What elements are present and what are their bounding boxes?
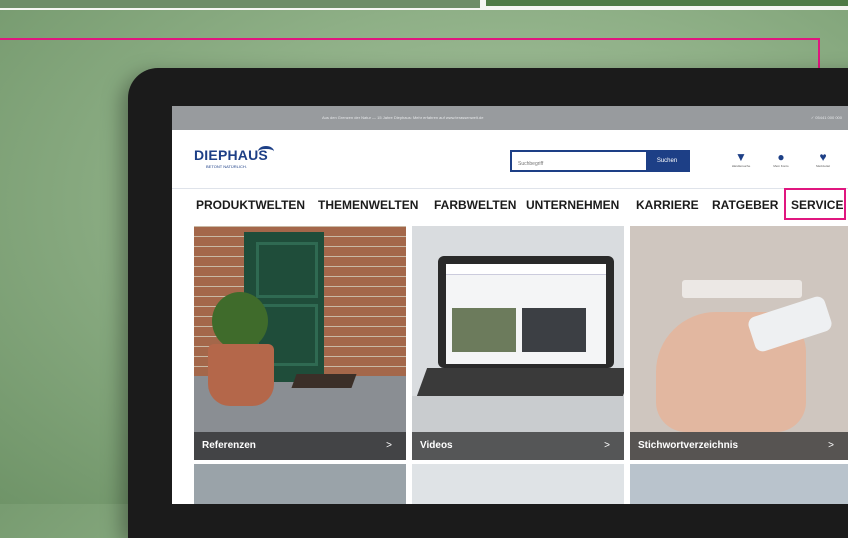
- main-nav: PRODUKTWELTEN THEMENWELTEN FARBWELTEN UN…: [172, 192, 848, 218]
- nav-divider: [172, 188, 848, 189]
- chevron-right-icon: >: [604, 440, 610, 451]
- tile-row2-1[interactable]: [194, 464, 406, 504]
- search-button[interactable]: Suchen: [646, 152, 688, 170]
- tile-row2-3[interactable]: [630, 464, 848, 504]
- callout-line-horizontal: [0, 38, 820, 40]
- search-bar: Suchen: [510, 150, 690, 174]
- store-locator-label: Händlersuche: [731, 164, 751, 168]
- laptop-image: [438, 256, 614, 368]
- nav-item-farbwelten[interactable]: FARBWELTEN: [434, 198, 516, 212]
- logo-swoosh-icon: [258, 146, 274, 157]
- tile-row2-2[interactable]: [412, 464, 624, 504]
- nav-item-karriere[interactable]: KARRIERE: [636, 198, 699, 212]
- user-icon: ●: [777, 150, 785, 164]
- notice-message: Aus den Grenzen der Natur — 15 Jahre Die…: [322, 115, 484, 120]
- chevron-right-icon: >: [828, 440, 834, 451]
- tile-caption: Stichwortverzeichnis >: [630, 432, 848, 460]
- flower-pot-image: [208, 344, 274, 406]
- nav-item-unternehmen[interactable]: UNTERNEHMEN: [526, 198, 619, 212]
- website-screen: Aus den Grenzen der Natur — 15 Jahre Die…: [172, 106, 848, 504]
- chevron-right-icon: >: [386, 440, 392, 451]
- top-strip-green: [486, 0, 848, 6]
- tile-label: Stichwortverzeichnis: [638, 440, 739, 451]
- laptop-keyboard-image: [416, 368, 624, 396]
- heart-icon: ♥: [819, 150, 827, 164]
- nav-item-ratgeber[interactable]: RATGEBER: [712, 198, 778, 212]
- diephaus-logo[interactable]: DIEPHAUS BETONT NATÜRLICH.: [194, 146, 274, 169]
- tile-caption: Videos >: [412, 432, 624, 460]
- tile-label: Referenzen: [202, 440, 256, 451]
- top-strip-dark: [0, 0, 480, 8]
- notice-bar: Aus den Grenzen der Natur — 15 Jahre Die…: [172, 106, 848, 130]
- tile-referenzen[interactable]: Referenzen >: [194, 226, 406, 460]
- account-button[interactable]: ● Mein Konto: [768, 150, 794, 168]
- nav-item-themenwelten[interactable]: THEMENWELTEN: [318, 198, 418, 212]
- search-bar-overlay-image: [682, 280, 802, 298]
- doormat-image: [291, 374, 357, 388]
- wishlist-label: Merkzettel: [816, 164, 830, 168]
- boxwood-image: [212, 292, 268, 350]
- location-pin-icon: ▼: [735, 150, 747, 164]
- account-label: Mein Konto: [773, 164, 789, 168]
- tile-videos[interactable]: Videos >: [412, 226, 624, 460]
- store-locator-button[interactable]: ▼ Händlersuche: [728, 150, 754, 168]
- logo-name: DIEPHAUS: [194, 147, 268, 163]
- tile-label: Videos: [420, 440, 453, 451]
- wishlist-button[interactable]: ♥ Merkzettel: [810, 150, 836, 168]
- top-strip: [0, 0, 848, 10]
- nav-item-produktwelten[interactable]: PRODUKTWELTEN: [196, 198, 305, 212]
- search-input[interactable]: [512, 154, 640, 174]
- tile-stichwortverzeichnis[interactable]: Stichwortverzeichnis >: [630, 226, 848, 460]
- service-highlight-box: [784, 188, 846, 220]
- notice-phone: ✓ 05441 000 000: [810, 115, 842, 120]
- tile-caption: Referenzen >: [194, 432, 406, 460]
- logo-tagline: BETONT NATÜRLICH.: [206, 164, 247, 169]
